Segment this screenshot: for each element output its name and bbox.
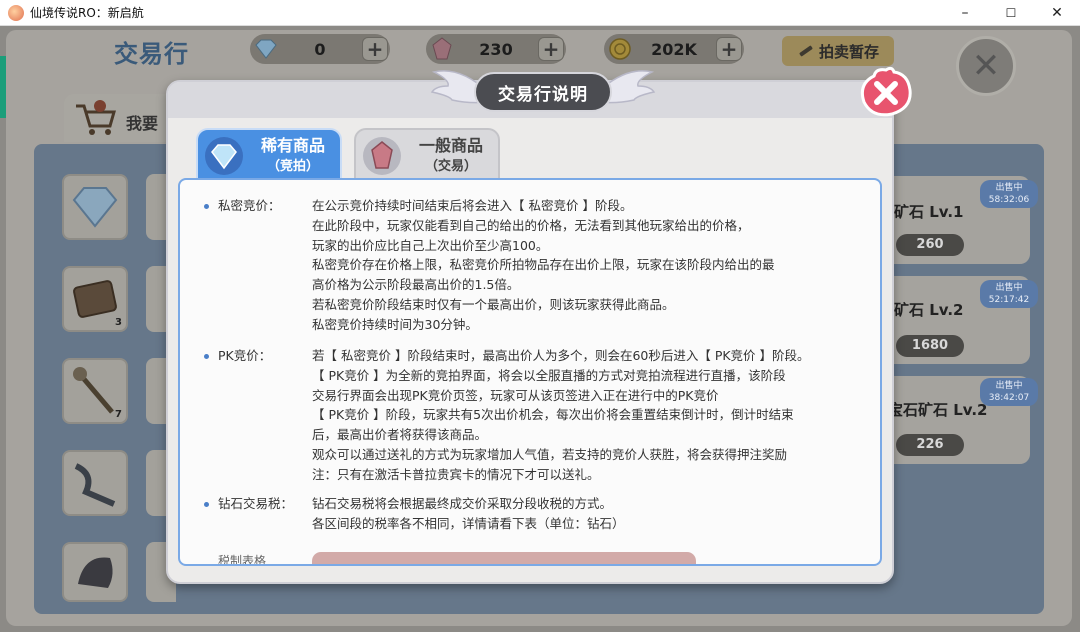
item-slot[interactable]: 3 xyxy=(62,266,128,332)
text-line: 私密竞价持续时间为30分钟。 xyxy=(312,316,478,332)
app-icon xyxy=(8,4,24,21)
axe-item-icon xyxy=(74,463,116,507)
text-line: 若【 私密竞价 】阶段结束时，最高出价人为多个，则会在60秒后进入【 PK竞价 … xyxy=(312,348,810,363)
text-line: 注：只有在激活卡普拉贵宾卡的情况下才可以送礼。 xyxy=(312,466,600,482)
maximize-button[interactable]: ☐ xyxy=(988,0,1034,26)
tax-table-label: 税制表格 xyxy=(218,554,267,566)
item-slot[interactable] xyxy=(62,450,128,516)
listing-price: 1680 xyxy=(896,335,964,357)
sale-badge-label: 出售中 xyxy=(995,283,1023,293)
diamond-value: 0 xyxy=(314,39,326,59)
tax-table-header xyxy=(312,552,696,564)
market-title: 交易行 xyxy=(114,40,189,68)
section-label: 私密竞价： xyxy=(218,198,281,213)
diamond-counter: 0 + xyxy=(250,34,390,64)
coin-icon xyxy=(604,34,636,64)
sale-badge-time: 58:32:06 xyxy=(988,195,1030,205)
item-slot[interactable]: 7 xyxy=(62,358,128,424)
gem-icon xyxy=(363,137,401,175)
buy-tab-label: 我要 xyxy=(126,114,159,133)
item-slot[interactable] xyxy=(62,174,128,240)
tab-rare-items[interactable]: 稀有商品 （竞拍） xyxy=(196,128,342,182)
sale-badge: 出售中 52:17:42 xyxy=(980,280,1038,308)
text-line: 观众可以通过送礼的方式为玩家增加人气值，若支持的竞价人获胜，将会获得押注奖励 xyxy=(312,446,788,462)
sale-badge-time: 38:42:07 xyxy=(988,393,1030,403)
text-line: 若私密竞价阶段结束时仅有一个最高出价，则该玩家获得此商品。 xyxy=(312,296,675,312)
minimize-button[interactable]: – xyxy=(942,0,988,26)
sale-badge-time: 52:17:42 xyxy=(988,295,1030,305)
sale-badge: 出售中 58:32:06 xyxy=(980,180,1038,208)
listing-price: 260 xyxy=(896,234,964,256)
diamond-icon xyxy=(205,137,243,175)
listing-name: 矿石 Lv.2 xyxy=(894,301,964,319)
gem-value: 230 xyxy=(479,39,513,59)
section-label: 钻石交易税： xyxy=(218,496,294,511)
listing-name: 宝石矿石 Lv.2 xyxy=(888,401,988,419)
bullet-icon xyxy=(204,354,209,359)
tab-general-label: 一般商品 xyxy=(418,136,483,155)
text-line: 高价格为公示阶段最高出价的1.5倍。 xyxy=(312,277,520,293)
text-line: 各区间段的税率各不相同，详情请看下表（单位：钻石） xyxy=(312,515,625,531)
tab-general-sub: （交易） xyxy=(424,159,477,174)
item-count: 3 xyxy=(115,317,122,328)
tab-rare-label: 稀有商品 xyxy=(260,136,325,155)
close-window-button[interactable]: ✕ xyxy=(1034,0,1080,26)
item-count: 7 xyxy=(115,409,122,420)
text-line: 交易行界面会出现PK竞价页签，玩家可从该页签进入正在进行中的PK竞价 xyxy=(312,387,719,403)
add-diamond-button[interactable]: + xyxy=(362,37,388,61)
sale-badge-label: 出售中 xyxy=(995,381,1023,391)
text-line: 【 PK竞价 】为全新的竞拍界面，将会以全服直播的方式对竞拍流程进行直播，该阶段 xyxy=(312,367,786,383)
gem-icon xyxy=(426,34,458,64)
window-titlebar: 仙境传说RO：新启航 – ☐ ✕ xyxy=(0,0,1080,26)
gold-counter: 202K + xyxy=(604,34,744,64)
section-label: PK竞价： xyxy=(218,348,272,363)
text-line: 后，最高出价者将获得该商品。 xyxy=(312,427,488,443)
section-text: 钻石交易税将会根据最终成交价采取分段收税的方式。 各区间段的税率各不相同，详情请… xyxy=(312,494,872,534)
listing-price: 226 xyxy=(896,434,964,456)
sale-badge-label: 出售中 xyxy=(995,183,1023,193)
auction-storage-label: 拍卖暂存 xyxy=(818,42,879,61)
text-line: 私密竞价存在价格上限，私密竞价所拍物品存在出价上限，玩家在该阶段内给出的最 xyxy=(312,257,775,273)
helmet-item-icon xyxy=(78,557,113,588)
auction-storage-button[interactable]: 拍卖暂存 xyxy=(782,36,894,66)
close-icon: ✕ xyxy=(971,46,1001,86)
close-market-button[interactable]: ✕ xyxy=(956,36,1016,96)
text-line: 玩家的出价应比自己上次出价至少高100。 xyxy=(312,237,549,253)
cart-icon xyxy=(76,100,116,135)
add-gem-button[interactable]: + xyxy=(538,37,564,61)
item-slot[interactable] xyxy=(62,542,128,602)
tab-rare-sub: （竞拍） xyxy=(266,159,319,174)
diamond-item-icon xyxy=(72,187,118,228)
info-content[interactable]: 私密竞价： 在公示竞价持续时间结束后将会进入【 私密竞价 】阶段。 在此阶段中，… xyxy=(178,178,882,566)
text-line: 钻石交易税将会根据最终成交价采取分段收税的方式。 xyxy=(312,496,613,511)
tab-general-items[interactable]: 一般商品 （交易） xyxy=(354,128,500,182)
sale-badge: 出售中 38:42:07 xyxy=(980,378,1038,406)
listing-name: 矿石 Lv.1 xyxy=(894,203,964,221)
add-gold-button[interactable]: + xyxy=(716,37,742,61)
dialog-title: 交易行说明 xyxy=(474,72,612,112)
section-text: 在公示竞价持续时间结束后将会进入【 私密竞价 】阶段。 在此阶段中，玩家仅能看到… xyxy=(312,196,872,335)
hammer-icon xyxy=(799,45,813,57)
close-dialog-button[interactable] xyxy=(858,64,914,118)
diamond-icon xyxy=(250,34,282,64)
text-line: 在公示竞价持续时间结束后将会进入【 私密竞价 】阶段。 xyxy=(312,198,633,213)
bullet-icon xyxy=(204,502,209,507)
gem-counter: 230 + xyxy=(426,34,566,64)
text-line: 在此阶段中，玩家仅能看到自己的给出的价格，无法看到其他玩家给出的价格， xyxy=(312,217,750,233)
window-title: 仙境传说RO：新启航 xyxy=(30,6,144,20)
section-text: 若【 私密竞价 】阶段结束时，最高出价人为多个，则会在60秒后进入【 PK竞价 … xyxy=(312,346,872,485)
text-line: 【 PK竞价 】阶段，玩家共有5次出价机会，每次出价将会重置结束倒计时，倒计时结… xyxy=(312,407,794,423)
gold-value: 202K xyxy=(651,39,697,59)
bullet-icon xyxy=(204,204,209,209)
